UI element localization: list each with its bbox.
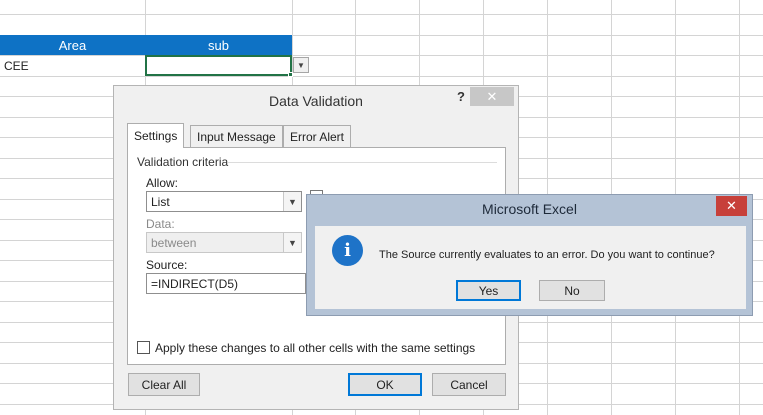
clear-all-label: Clear All [141,377,187,392]
apply-to-all-checkbox[interactable] [137,341,150,354]
yes-button[interactable]: Yes [456,280,521,301]
header-cell-sub-label: sub [208,37,229,53]
header-cell-area-label: Area [58,37,87,53]
tab-settings-label: Settings [134,129,178,143]
header-cell-area[interactable]: Area [0,35,145,55]
close-icon: ✕ [486,88,498,104]
allow-select[interactable]: List ▼ [146,191,302,212]
microsoft-excel-alert: Microsoft Excel ✕ i The Source currently… [306,194,753,316]
info-icon-glyph: i [344,240,351,261]
apply-to-all-label[interactable]: Apply these changes to all other cells w… [155,341,475,355]
ok-button[interactable]: OK [348,373,422,396]
alert-body: i The Source currently evaluates to an e… [315,226,746,309]
validation-criteria-label: Validation criteria [137,155,229,169]
no-label: No [564,283,580,298]
source-input-value: =INDIRECT(D5) [151,276,239,291]
group-divider [228,162,497,163]
close-icon: ✕ [726,198,737,213]
tab-input-message[interactable]: Input Message [190,125,283,147]
info-icon: i [332,235,363,266]
chevron-down-icon: ▼ [297,60,305,70]
data-select[interactable]: between ▼ [146,232,302,253]
selected-cell[interactable] [145,55,292,76]
cancel-label: Cancel [450,377,488,392]
no-button[interactable]: No [539,280,605,301]
tab-error-alert-label: Error Alert [290,129,345,144]
header-cell-sub[interactable]: sub [145,35,292,55]
allow-select-value: List [151,194,170,209]
tab-input-message-label: Input Message [197,129,276,144]
chevron-down-icon[interactable]: ▼ [283,192,301,211]
yes-label: Yes [478,283,499,298]
tab-settings[interactable]: Settings [127,123,185,148]
close-button[interactable]: ✕ [470,87,514,106]
cell-area-value[interactable]: CEE [4,59,29,73]
source-label: Source: [146,258,188,272]
alert-title: Microsoft Excel [482,201,577,217]
cell-dropdown-button[interactable]: ▼ [293,57,309,73]
allow-label: Allow: [146,176,179,190]
tab-error-alert[interactable]: Error Alert [283,125,352,147]
alert-message: The Source currently evaluates to an err… [379,249,715,261]
source-input[interactable]: =INDIRECT(D5) [146,273,306,294]
alert-close-button[interactable]: ✕ [716,196,747,216]
clear-all-button[interactable]: Clear All [128,373,200,396]
chevron-down-icon[interactable]: ▼ [283,233,301,252]
data-select-value: between [151,235,197,250]
cancel-button[interactable]: Cancel [432,373,506,396]
data-label: Data: [146,217,175,231]
help-button[interactable]: ? [451,89,471,107]
ok-label: OK [376,377,394,392]
